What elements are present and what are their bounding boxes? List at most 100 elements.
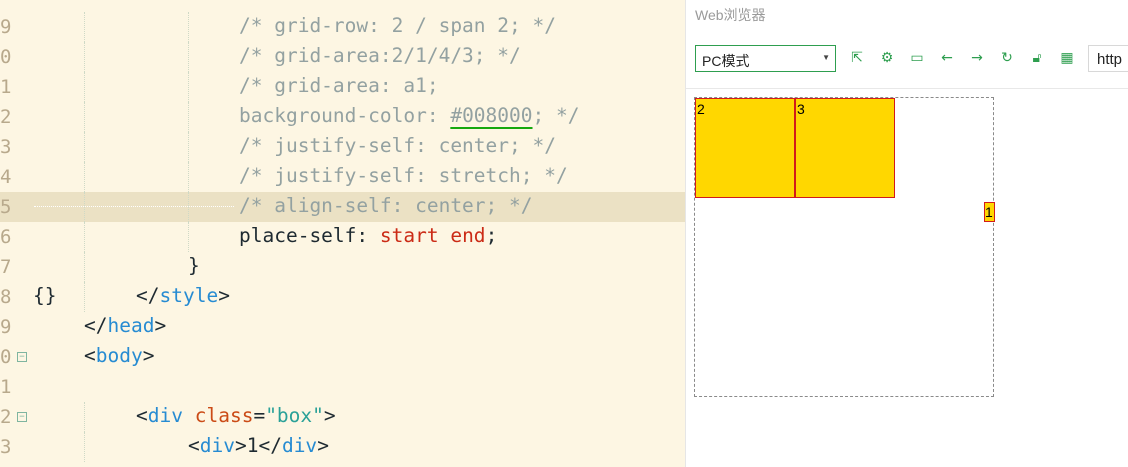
back-icon[interactable]: ←: [938, 49, 956, 67]
qr-code-icon[interactable]: ▦: [1058, 49, 1076, 67]
line-number: 2: [0, 406, 12, 428]
code-line[interactable]: 6 place-self: start end;: [0, 222, 685, 252]
code-token: div: [199, 434, 235, 457]
url-input[interactable]: http: [1088, 45, 1128, 72]
line-number: 9: [0, 16, 12, 38]
code-text: </style>: [136, 284, 230, 307]
code-token: >: [142, 344, 155, 367]
code-token: /* grid-area:2/1/4/3; */: [239, 44, 521, 67]
code-line[interactable]: 8 {} </style>: [0, 282, 685, 312]
line-number: 9: [0, 316, 12, 338]
brace-marker: {}: [33, 284, 57, 307]
code-token: <: [136, 404, 148, 427]
open-external-icon[interactable]: ⇱: [848, 49, 866, 67]
terminal-icon[interactable]: ▭: [908, 49, 926, 67]
code-token: =: [253, 404, 266, 427]
indent-guide: [84, 222, 85, 252]
code-line[interactable]: 0− <body>: [0, 342, 685, 372]
code-text: background-color: #008000; */: [239, 104, 579, 127]
code-line[interactable]: 0 /* grid-area:2/1/4/3; */: [0, 42, 685, 72]
indent-guide: [84, 132, 85, 162]
code-token: >: [323, 404, 336, 427]
refresh-icon[interactable]: ↻: [998, 49, 1016, 67]
line-number: 2: [0, 106, 12, 128]
line-number: 3: [0, 436, 12, 458]
code-token: ;: [485, 224, 498, 247]
indent-guide: [188, 102, 189, 132]
code-token: ; */: [532, 104, 580, 127]
grid-item-label: 2: [697, 101, 705, 117]
code-token: >1</: [234, 434, 282, 457]
code-text: <div>1</div>: [188, 434, 329, 457]
code-line[interactable]: 9 </head>: [0, 312, 685, 342]
browser-title: Web浏览器: [695, 7, 766, 23]
grid-item-label: 3: [797, 101, 805, 117]
line-number: 5: [0, 196, 12, 218]
fold-toggle-icon[interactable]: −: [17, 352, 27, 362]
code-token: #008000: [450, 104, 533, 127]
code-text: </head>: [84, 314, 166, 337]
line-number: 7: [0, 256, 12, 278]
code-text: /* justify-self: stretch; */: [239, 164, 568, 187]
settings-icon[interactable]: ⚙: [878, 49, 896, 67]
code-token: /* grid-area: a1;: [239, 74, 439, 97]
code-token: div: [281, 434, 318, 457]
indent-guide: [84, 402, 85, 432]
code-line[interactable]: 2− <div class="box">: [0, 402, 685, 432]
line-number: 0: [0, 46, 12, 68]
indent-guide: [84, 162, 85, 192]
code-line[interactable]: 3 /* justify-self: center; */: [0, 132, 685, 162]
line-number: 1: [0, 376, 12, 398]
code-token: style: [159, 284, 219, 307]
line-number: 0: [0, 346, 12, 368]
code-token: <: [188, 434, 200, 457]
code-line[interactable]: 7}: [0, 252, 685, 282]
indent-guide: [188, 42, 189, 72]
code-line[interactable]: 1: [0, 372, 685, 402]
url-text: http: [1097, 51, 1123, 68]
code-text: /* grid-row: 2 / span 2; */: [239, 14, 556, 37]
mode-select[interactable]: PC模式 ▼: [695, 45, 836, 72]
code-token: >: [317, 434, 329, 457]
code-token: /* justify-self: stretch; */: [239, 164, 568, 187]
code-token: </: [136, 284, 160, 307]
indent-guide: [84, 12, 85, 42]
code-token: background-color:: [239, 104, 451, 127]
code-line[interactable]: 1 /* grid-area: a1;: [0, 72, 685, 102]
line-number: 4: [0, 166, 12, 188]
grid-item-1: 1: [984, 202, 995, 222]
web-browser-panel: Web浏览器 PC模式 ▼ ⇱ ⚙ ▭ ← → ↻ 🔓︎ ▦ http 2 3 …: [685, 0, 1128, 467]
fold-toggle-icon[interactable]: −: [17, 412, 27, 422]
code-token: "box": [265, 404, 324, 427]
code-text: /* grid-area: a1;: [239, 74, 439, 97]
code-line[interactable]: 5 /* align-self: center; */: [0, 192, 685, 222]
code-token: </: [84, 314, 108, 337]
code-text: /* grid-area:2/1/4/3; */: [239, 44, 521, 67]
grid-item-2: 2: [695, 98, 795, 198]
code-token: >: [154, 314, 167, 337]
code-line[interactable]: 9 /* grid-row: 2 / span 2; */: [0, 12, 685, 42]
code-line[interactable]: 2 background-color: #008000; */: [0, 102, 685, 132]
code-text: <div class="box">: [136, 404, 336, 427]
line-number: 6: [0, 226, 12, 248]
chevron-down-icon: ▼: [822, 53, 830, 62]
code-token: >: [218, 284, 230, 307]
grid-item-label: 1: [985, 204, 993, 220]
code-token: }: [188, 254, 200, 277]
forward-icon[interactable]: →: [968, 49, 986, 67]
code-token: head: [107, 314, 155, 337]
code-token: div: [147, 404, 183, 427]
browser-toolbar: PC模式 ▼ ⇱ ⚙ ▭ ← → ↻ 🔓︎ ▦ http: [686, 36, 1128, 89]
line-number: 1: [0, 76, 12, 98]
code-token: class: [194, 404, 254, 427]
indent-guide: [84, 42, 85, 72]
indent-guide: [84, 72, 85, 102]
indent-guide: [84, 102, 85, 132]
code-editor[interactable]: 9 /* grid-row: 2 / span 2; */ 0 /* grid-are…: [0, 0, 685, 467]
indent-guide: [188, 222, 189, 252]
code-line[interactable]: 3 <div>1</div>: [0, 432, 685, 462]
code-line[interactable]: 4 /* justify-self: stretch; */: [0, 162, 685, 192]
lock-icon[interactable]: 🔓︎: [1028, 49, 1046, 67]
indent-guide: [188, 162, 189, 192]
